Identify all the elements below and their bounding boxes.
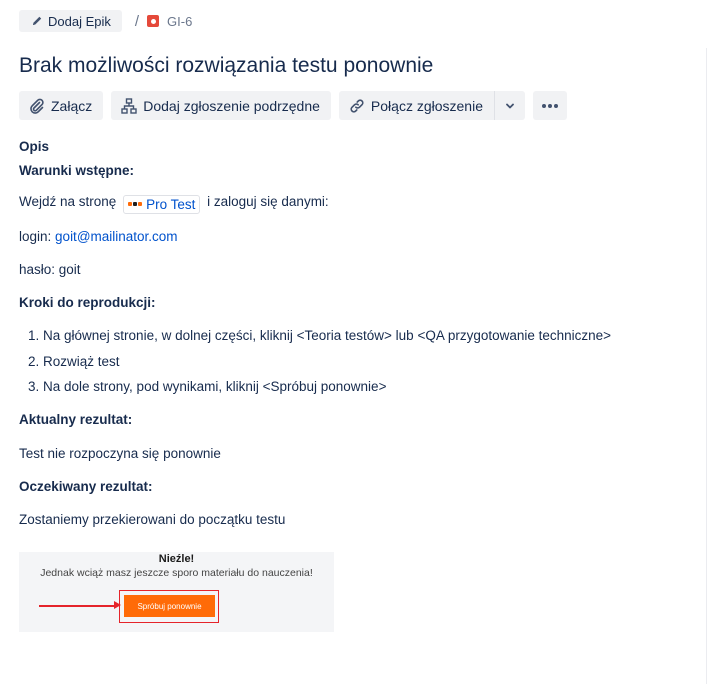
chevron-down-icon: [506, 103, 514, 108]
visit-prefix: Wejdź na stronę: [19, 194, 117, 209]
annotation-arrow: [39, 602, 121, 608]
attachment-screenshot[interactable]: Nieźle! Jednak wciąż masz jeszcze sporo …: [19, 552, 334, 632]
bug-issue-type-icon: [147, 15, 160, 27]
screenshot-subtitle: Jednak wciąż masz jeszcze sporo materiał…: [40, 567, 313, 579]
actual-result-heading: Aktualny rezultat:: [19, 412, 133, 427]
site-link-label: Pro Test: [146, 196, 196, 212]
site-favicon-icon: [128, 200, 143, 208]
add-child-issue-label: Dodaj zgłoszenie podrzędne: [143, 97, 320, 114]
child-issue-icon: [121, 97, 137, 114]
link-issue-split-button: Połącz zgłoszenie: [338, 91, 525, 120]
add-epic-button[interactable]: Dodaj Epik: [19, 10, 122, 32]
step-text: Rozwiąż test: [43, 354, 120, 369]
login-email-link[interactable]: goit@mailinator.com: [55, 229, 178, 244]
link-issue-label: Połącz zgłoszenie: [370, 97, 483, 114]
screenshot-title: Nieźle!: [158, 553, 195, 565]
paperclip-icon: [30, 98, 44, 114]
step-text: Na głównej stronie, w dolnej części, kli…: [43, 328, 612, 343]
login-line: login: goit@mailinator.com: [19, 229, 178, 244]
link-issue-dropdown-button[interactable]: [493, 91, 525, 120]
breadcrumb: Dodaj Epik / GI-6: [19, 10, 192, 32]
expected-result-heading: Oczekiwany rezultat:: [19, 479, 153, 494]
step-text: Na dole strony, pod wynikami, kliknij <S…: [43, 379, 387, 394]
description-heading: Opis: [19, 139, 50, 154]
attach-button[interactable]: Załącz: [19, 91, 104, 120]
pencil-icon: [33, 16, 42, 25]
attach-label: Załącz: [51, 97, 93, 114]
visit-site-line: Wejdź na stronę Pro Test i zaloguj się d…: [19, 194, 329, 214]
link-issue-button[interactable]: Połącz zgłoszenie: [338, 91, 494, 120]
issue-title[interactable]: Brak możliwości rozwiązania testu ponown…: [19, 54, 433, 78]
preconditions-heading: Warunki wstępne:: [19, 163, 135, 178]
site-link-chip[interactable]: Pro Test: [123, 194, 201, 214]
expected-result-text: Zostaniemy przekierowani do początku tes…: [19, 512, 286, 527]
more-actions-button[interactable]: [532, 91, 567, 120]
issue-toolbar: Załącz Dodaj zgłoszenie podrzędne Połącz…: [19, 91, 575, 120]
steps-heading: Kroki do reprodukcji:: [19, 295, 156, 310]
password-line: hasło: goit: [19, 262, 81, 277]
visit-suffix: i zaloguj się danymi:: [207, 194, 329, 209]
issue-key-link[interactable]: GI-6: [167, 14, 192, 29]
add-epic-label: Dodaj Epik: [48, 13, 111, 29]
login-label: login:: [19, 229, 52, 244]
list-item: 2. Rozwiąż test: [28, 354, 120, 369]
list-item: 1. Na głównej stronie, w dolnej części, …: [28, 328, 612, 343]
add-child-issue-button[interactable]: Dodaj zgłoszenie podrzędne: [111, 91, 331, 120]
list-item: 3. Na dole strony, pod wynikami, kliknij…: [28, 379, 387, 394]
more-horizontal-icon: [541, 103, 558, 108]
panel-divider: [706, 48, 707, 684]
link-icon: [350, 98, 364, 113]
breadcrumb-separator: /: [134, 12, 140, 30]
screenshot-retry-button: Spróbuj ponownie: [124, 595, 215, 617]
actual-result-text: Test nie rozpoczyna się ponownie: [19, 446, 221, 461]
